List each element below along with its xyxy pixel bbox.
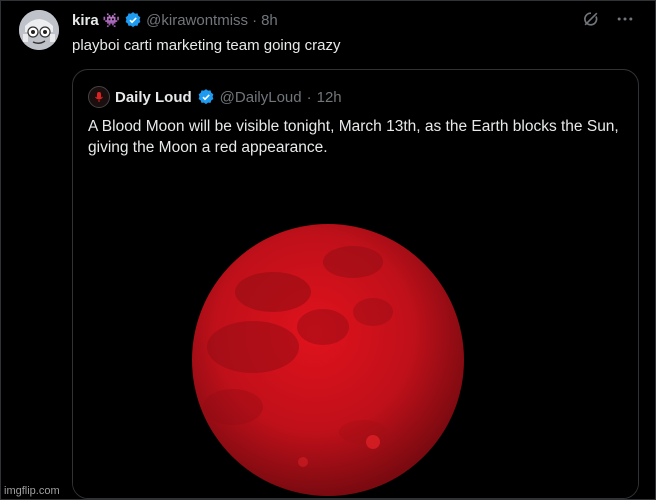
quoted-author-handle[interactable]: @DailyLoud: [220, 89, 302, 106]
separator-dot: ·: [306, 88, 312, 106]
tweet-actions-top: [581, 9, 635, 29]
author-avatar[interactable]: [19, 10, 59, 50]
tweet-header: kira 👾 @kirawontmiss · 8h: [72, 11, 278, 29]
tweet-time[interactable]: 8h: [261, 12, 278, 29]
quoted-time[interactable]: 12h: [317, 89, 342, 106]
quoted-avatar[interactable]: [88, 86, 110, 108]
more-icon[interactable]: [615, 9, 635, 29]
verified-badge-icon: [124, 11, 142, 29]
grok-icon[interactable]: [581, 9, 601, 29]
tweet-frame: kira 👾 @kirawontmiss · 8h playboi carti …: [0, 0, 656, 500]
quoted-tweet[interactable]: Daily Loud @DailyLoud · 12h A Blood Moon…: [72, 69, 639, 499]
imgflip-watermark: imgflip.com: [4, 485, 60, 497]
quoted-text: A Blood Moon will be visible tonight, Ma…: [88, 118, 619, 156]
quoted-header: Daily Loud @DailyLoud · 12h: [88, 86, 342, 108]
verified-badge-icon: [197, 88, 215, 106]
quoted-author-name[interactable]: Daily Loud: [115, 89, 192, 106]
tweet-text: playboi carti marketing team going crazy: [72, 37, 341, 54]
alien-badge-icon: 👾: [102, 11, 121, 28]
author-handle[interactable]: @kirawontmiss: [146, 12, 248, 29]
separator-dot: ·: [252, 11, 258, 29]
author-name[interactable]: kira: [72, 12, 99, 29]
blood-moon-image[interactable]: [73, 162, 638, 498]
